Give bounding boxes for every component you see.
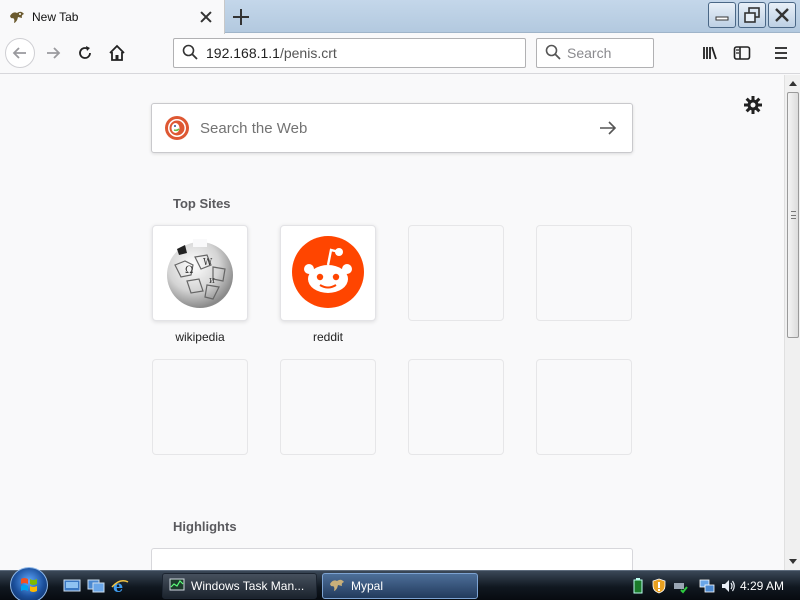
- search-bar-placeholder: Search: [567, 45, 612, 61]
- scroll-grip-icon: [791, 211, 796, 219]
- wikipedia-globe-icon: Ω W и: [163, 235, 237, 312]
- top-site-tile-wikipedia[interactable]: Ω W и: [152, 225, 248, 321]
- home-icon[interactable]: [102, 38, 132, 68]
- menu-icon[interactable]: [766, 38, 796, 68]
- svg-text:Ω: Ω: [185, 265, 193, 276]
- new-tab-page: Search the Web Top Sites Ω W и wikipedia…: [0, 75, 784, 570]
- top-sites-heading: Top Sites: [173, 196, 231, 211]
- top-site-label[interactable]: reddit: [280, 330, 376, 344]
- plus-icon[interactable]: [229, 5, 253, 29]
- svg-text:W: W: [203, 258, 213, 268]
- search-icon: [545, 44, 561, 63]
- task-manager-icon: [169, 578, 185, 595]
- tab-strip: New Tab: [0, 0, 800, 34]
- top-site-tile-empty[interactable]: [280, 359, 376, 455]
- top-site-tile-empty[interactable]: [536, 359, 632, 455]
- taskbar-button-label: Mypal: [351, 579, 384, 593]
- url-bar[interactable]: 192.168.1.1/penis.crt: [173, 38, 526, 68]
- battery-icon[interactable]: [630, 578, 646, 594]
- scroll-thumb[interactable]: [787, 92, 799, 338]
- vertical-scrollbar[interactable]: [784, 75, 800, 570]
- reload-icon[interactable]: [70, 38, 100, 68]
- navigation-toolbar: 192.168.1.1/penis.crt Search: [0, 34, 800, 74]
- close-tab-icon[interactable]: [198, 9, 214, 25]
- restore-icon[interactable]: [738, 2, 766, 28]
- url-host: 192.168.1.1: [206, 45, 280, 61]
- url-path: /penis.crt: [279, 45, 337, 61]
- volume-icon[interactable]: [720, 578, 736, 594]
- safely-remove-icon[interactable]: [672, 578, 688, 594]
- top-site-tile-empty[interactable]: [536, 225, 632, 321]
- top-site-tile-empty[interactable]: [152, 359, 248, 455]
- back-arrow-icon[interactable]: [5, 38, 35, 68]
- duckduckgo-icon: [164, 115, 190, 141]
- security-shield-icon[interactable]: [651, 578, 667, 594]
- url-text: 192.168.1.1/penis.crt: [206, 45, 337, 61]
- taskbar: e Windows Task Man... Mypal 4:29 AM: [0, 567, 800, 600]
- search-bar[interactable]: Search: [536, 38, 654, 68]
- reddit-icon: [291, 235, 365, 312]
- sidebar-icon[interactable]: [727, 38, 757, 68]
- taskbar-button-label: Windows Task Man...: [191, 579, 305, 593]
- mypal-icon: [329, 578, 345, 595]
- taskbar-button-task-manager[interactable]: Windows Task Man...: [162, 573, 317, 599]
- top-site-tile-empty[interactable]: [408, 359, 504, 455]
- switch-windows-icon[interactable]: [87, 578, 105, 594]
- top-site-tile-empty[interactable]: [408, 225, 504, 321]
- close-icon[interactable]: [768, 2, 796, 28]
- taskbar-button-mypal[interactable]: Mypal: [322, 573, 478, 599]
- windows-start-icon[interactable]: [10, 567, 48, 600]
- top-site-tile-reddit[interactable]: [280, 225, 376, 321]
- tab-new-tab[interactable]: New Tab: [0, 0, 225, 34]
- top-site-label[interactable]: wikipedia: [152, 330, 248, 344]
- arrow-right-icon[interactable]: [596, 116, 620, 140]
- gear-icon[interactable]: [743, 95, 763, 115]
- system-tray: [630, 571, 741, 600]
- library-icon[interactable]: [696, 38, 726, 68]
- svg-text:и: и: [209, 276, 215, 286]
- scroll-up-icon[interactable]: [785, 75, 800, 91]
- minimize-icon[interactable]: [708, 2, 736, 28]
- mypal-icon: [9, 9, 25, 25]
- taskbar-clock[interactable]: 4:29 AM: [740, 579, 784, 593]
- internet-explorer-icon[interactable]: e: [111, 578, 129, 594]
- web-search-placeholder: Search the Web: [200, 119, 308, 137]
- search-icon: [182, 44, 198, 63]
- forward-arrow-icon[interactable]: [38, 38, 68, 68]
- highlight-card[interactable]: [151, 548, 633, 570]
- window-controls: [708, 2, 796, 28]
- network-icon[interactable]: [699, 578, 715, 594]
- scroll-down-icon[interactable]: [785, 554, 800, 570]
- tab-title: New Tab: [32, 10, 79, 24]
- web-search-box[interactable]: Search the Web: [151, 103, 633, 153]
- show-desktop-icon[interactable]: [63, 578, 81, 594]
- highlights-heading: Highlights: [173, 519, 237, 534]
